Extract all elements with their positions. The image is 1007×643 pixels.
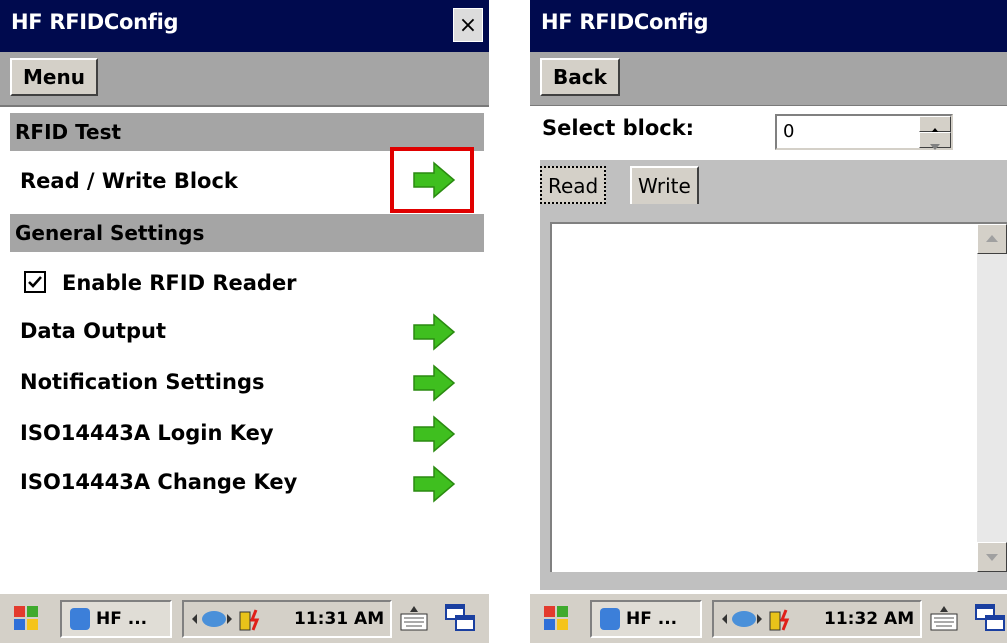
window-switch-icon[interactable]: [974, 602, 1006, 634]
spinner-up-button[interactable]: [919, 116, 951, 134]
enable-rfid-item[interactable]: Enable RFID Reader: [10, 258, 484, 308]
read-output-textarea[interactable]: [550, 222, 1007, 572]
clock[interactable]: 11:31 AM: [294, 602, 384, 636]
tab-read[interactable]: Read: [540, 166, 607, 204]
spinner-down-button[interactable]: [919, 132, 951, 150]
read-write-block-label: Read / Write Block: [20, 169, 238, 193]
change-key-label: ISO14443A Change Key: [20, 470, 298, 494]
arrow-right-icon[interactable]: [412, 464, 456, 504]
close-button[interactable]: ×: [453, 8, 483, 42]
arrow-right-icon[interactable]: [412, 414, 456, 454]
chevron-down-icon: [986, 554, 998, 561]
select-block-spinner[interactable]: 0: [775, 114, 953, 150]
keyboard-icon[interactable]: [398, 602, 430, 634]
windows-start-icon[interactable]: [6, 600, 46, 638]
arrow-right-icon[interactable]: [412, 312, 456, 352]
clock[interactable]: 11:32 AM: [824, 602, 914, 636]
system-tray: 11:31 AM: [182, 600, 392, 638]
menu-button[interactable]: Menu: [10, 58, 98, 96]
section-general-settings: General Settings: [10, 214, 484, 252]
read-write-block-screen: HF RFIDConfig Back Select block: 0 Read …: [530, 0, 1007, 643]
vertical-scrollbar[interactable]: [977, 224, 1007, 572]
back-button[interactable]: Back: [540, 58, 620, 96]
menu-bar: Back: [530, 52, 1007, 107]
taskbar: HF ... 11:32 AM: [530, 592, 1007, 643]
title-bar: HF RFIDConfig: [530, 0, 1007, 52]
rfid-config-main-screen: HF RFIDConfig × Menu RFID Test Read / Wr…: [0, 0, 489, 643]
windows-start-icon[interactable]: [536, 600, 576, 638]
network-icon[interactable]: [720, 608, 764, 630]
menu-bar: Menu: [0, 52, 489, 107]
scroll-down-button[interactable]: [977, 542, 1007, 572]
arrow-right-icon[interactable]: [412, 363, 456, 403]
scroll-up-button[interactable]: [977, 224, 1007, 254]
notification-settings-label: Notification Settings: [20, 370, 265, 394]
chevron-down-icon: [930, 144, 940, 150]
taskbar: HF ... 11:31 AM: [0, 592, 489, 643]
taskbar-app-button[interactable]: HF ...: [590, 600, 702, 638]
app-icon: [600, 608, 620, 630]
close-icon: ×: [458, 12, 478, 38]
keyboard-icon[interactable]: [928, 602, 960, 634]
battery-icon[interactable]: [768, 608, 794, 632]
enable-rfid-label: Enable RFID Reader: [62, 271, 297, 295]
window-title: HF RFIDConfig: [541, 10, 709, 34]
title-bar: HF RFIDConfig ×: [0, 0, 489, 52]
section-rfid-test: RFID Test: [10, 113, 484, 151]
network-icon[interactable]: [190, 608, 234, 630]
window-switch-icon[interactable]: [444, 602, 476, 634]
chevron-up-icon: [986, 235, 998, 242]
taskbar-app-label: HF ...: [626, 609, 678, 629]
select-block-row: Select block: 0: [530, 106, 1007, 158]
tab-write[interactable]: Write: [630, 166, 699, 204]
taskbar-app-button[interactable]: HF ...: [60, 600, 172, 638]
login-key-label: ISO14443A Login Key: [20, 421, 274, 445]
select-block-value[interactable]: 0: [783, 121, 794, 142]
select-block-label: Select block:: [542, 116, 695, 140]
system-tray: 11:32 AM: [712, 600, 922, 638]
highlight-box: [390, 147, 474, 213]
spinner-buttons: [919, 116, 951, 150]
data-output-label: Data Output: [20, 319, 166, 343]
battery-icon[interactable]: [238, 608, 264, 632]
taskbar-app-label: HF ...: [96, 609, 148, 629]
app-icon: [70, 608, 90, 630]
window-title: HF RFIDConfig: [11, 10, 179, 34]
